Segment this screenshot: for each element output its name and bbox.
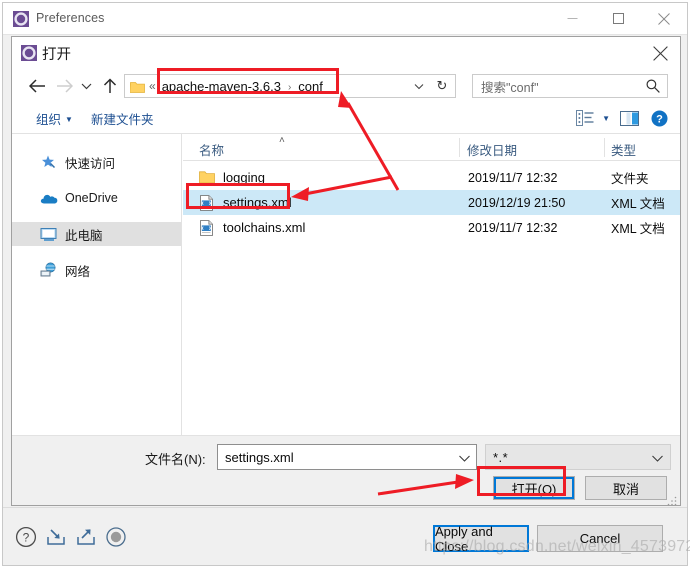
filename-input[interactable]: settings.xml (217, 444, 477, 470)
filename-label: 文件名(N): (145, 452, 206, 467)
sidebar-item-label: 网络 (65, 264, 91, 279)
gear-icon (21, 45, 37, 61)
file-name: logging (223, 170, 265, 185)
search-input[interactable]: 搜索"conf" (472, 74, 668, 98)
cloud-icon (40, 190, 58, 206)
file-name: settings.xml (223, 195, 292, 210)
table-row[interactable]: settings.xml 2019/12/19 21:50 XML 文档 (183, 190, 680, 215)
table-row[interactable]: toolchains.xml 2019/11/7 12:32 XML 文档 (183, 215, 680, 240)
recent-locations-chevron-icon[interactable] (78, 74, 94, 98)
open-button[interactable]: 打开(O) (493, 476, 575, 500)
star-pin-icon (40, 154, 58, 170)
minimize-button[interactable] (549, 3, 595, 34)
open-dialog-title: 打开 (42, 47, 71, 63)
resize-grip-icon[interactable] (667, 493, 677, 506)
organize-label: 组织 (36, 113, 62, 127)
command-bar: 组织 ▼ 新建文件夹 ▼ ? (12, 103, 680, 134)
close-icon[interactable] (641, 3, 687, 34)
svg-text:?: ? (656, 114, 663, 126)
cancel-button[interactable]: 取消 (585, 476, 667, 500)
file-list-panel: 名称 ˄ 修改日期 类型 logging 2019/11/7 12:32 文件夹… (183, 134, 680, 456)
search-placeholder: 搜索"conf" (481, 80, 539, 95)
preferences-footer: ? Apply and Close Cancel (3, 507, 687, 565)
gear-icon (13, 11, 29, 27)
sort-ascending-icon: ˄ (279, 135, 285, 146)
forward-arrow-icon[interactable] (52, 74, 76, 98)
chevron-down-icon[interactable] (651, 450, 664, 468)
open-dialog-titlebar: 打开 (12, 37, 680, 69)
export-icon[interactable] (75, 526, 97, 548)
new-folder-button[interactable]: 新建文件夹 (91, 109, 154, 128)
filename-value: settings.xml (225, 449, 294, 465)
navigation-sidebar: 快速访问 OneDrive 此电脑 网络 (12, 134, 182, 456)
sidebar-item-label: OneDrive (65, 191, 118, 205)
sidebar-item-this-pc[interactable]: 此电脑 (12, 222, 181, 246)
chevron-down-icon: ▼ (65, 115, 73, 124)
column-divider[interactable] (604, 138, 605, 157)
refresh-icon[interactable]: ↻ (431, 75, 453, 97)
sidebar-item-network[interactable]: 网络 (12, 258, 181, 282)
reset-icon[interactable] (105, 526, 127, 548)
close-icon[interactable] (643, 39, 677, 67)
xml-file-icon (199, 194, 215, 211)
address-overflow-chevrons[interactable]: « (149, 79, 156, 93)
open-dialog-footer: 文件名(N): settings.xml *.* 打开(O) 取消 (12, 435, 680, 506)
folder-icon (199, 170, 215, 186)
dialog-content-area: 快速访问 OneDrive 此电脑 网络 名称 ˄ 修改日期 类型 loggin… (12, 134, 680, 456)
organize-menu[interactable]: 组织 ▼ (36, 109, 73, 128)
sidebar-item-quick-access[interactable]: 快速访问 (12, 150, 181, 174)
chevron-down-icon[interactable]: ▼ (602, 114, 610, 123)
sidebar-item-label: 快速访问 (65, 156, 116, 171)
sidebar-item-onedrive[interactable]: OneDrive (12, 186, 181, 210)
import-icon[interactable] (45, 526, 67, 548)
column-divider[interactable] (459, 138, 460, 157)
file-date: 2019/12/19 21:50 (468, 195, 566, 210)
file-type-filter-value: *.* (493, 449, 509, 465)
svg-text:?: ? (23, 531, 30, 545)
search-icon (645, 78, 661, 99)
navigation-row: « apache-maven-3.6.3 › conf ↻ 搜索"conf" (12, 69, 680, 103)
xml-file-icon (199, 219, 215, 236)
up-arrow-icon[interactable] (98, 74, 122, 98)
sidebar-item-label: 此电脑 (65, 228, 103, 243)
help-circle-icon[interactable]: ? (651, 110, 668, 132)
preview-pane-icon[interactable] (620, 111, 639, 131)
file-type-filter-select[interactable]: *.* (485, 444, 671, 470)
file-date: 2019/11/7 12:32 (468, 220, 558, 235)
folder-icon (129, 80, 145, 93)
table-row[interactable]: logging 2019/11/7 12:32 文件夹 (183, 165, 680, 190)
column-headers: 名称 ˄ 修改日期 类型 (183, 134, 680, 161)
back-arrow-icon[interactable] (25, 74, 49, 98)
preferences-cancel-button[interactable]: Cancel (537, 525, 663, 552)
file-name: toolchains.xml (223, 220, 306, 235)
preferences-title: Preferences (36, 11, 105, 25)
file-date: 2019/11/7 12:32 (468, 170, 558, 185)
column-header-type[interactable]: 类型 (611, 140, 636, 159)
breadcrumb-item-0[interactable]: apache-maven-3.6.3 (162, 79, 281, 94)
preferences-titlebar: Preferences (3, 3, 687, 35)
maximize-button[interactable] (595, 3, 641, 34)
help-icon[interactable]: ? (15, 526, 37, 548)
chevron-down-icon[interactable] (409, 75, 429, 97)
breadcrumb-separator: › (287, 81, 292, 93)
network-icon (40, 262, 58, 278)
file-type: XML 文档 (611, 197, 665, 211)
open-file-dialog: 打开 « apache-maven-3.6.3 › conf ↻ 搜索"conf… (11, 36, 681, 506)
breadcrumb: apache-maven-3.6.3 › conf (162, 79, 323, 94)
file-type: XML 文档 (611, 222, 665, 236)
column-header-name[interactable]: 名称 (199, 140, 224, 159)
address-bar[interactable]: « apache-maven-3.6.3 › conf ↻ (124, 74, 456, 98)
chevron-down-icon[interactable] (458, 450, 471, 468)
preferences-window: Preferences 打开 « apache-maven-3.6.3 › co… (2, 2, 688, 566)
view-options-icon[interactable] (576, 110, 594, 131)
file-type: 文件夹 (611, 172, 649, 186)
computer-icon (40, 226, 58, 242)
breadcrumb-item-1[interactable]: conf (298, 79, 323, 94)
column-header-date[interactable]: 修改日期 (467, 140, 517, 159)
apply-and-close-button[interactable]: Apply and Close (433, 524, 529, 554)
